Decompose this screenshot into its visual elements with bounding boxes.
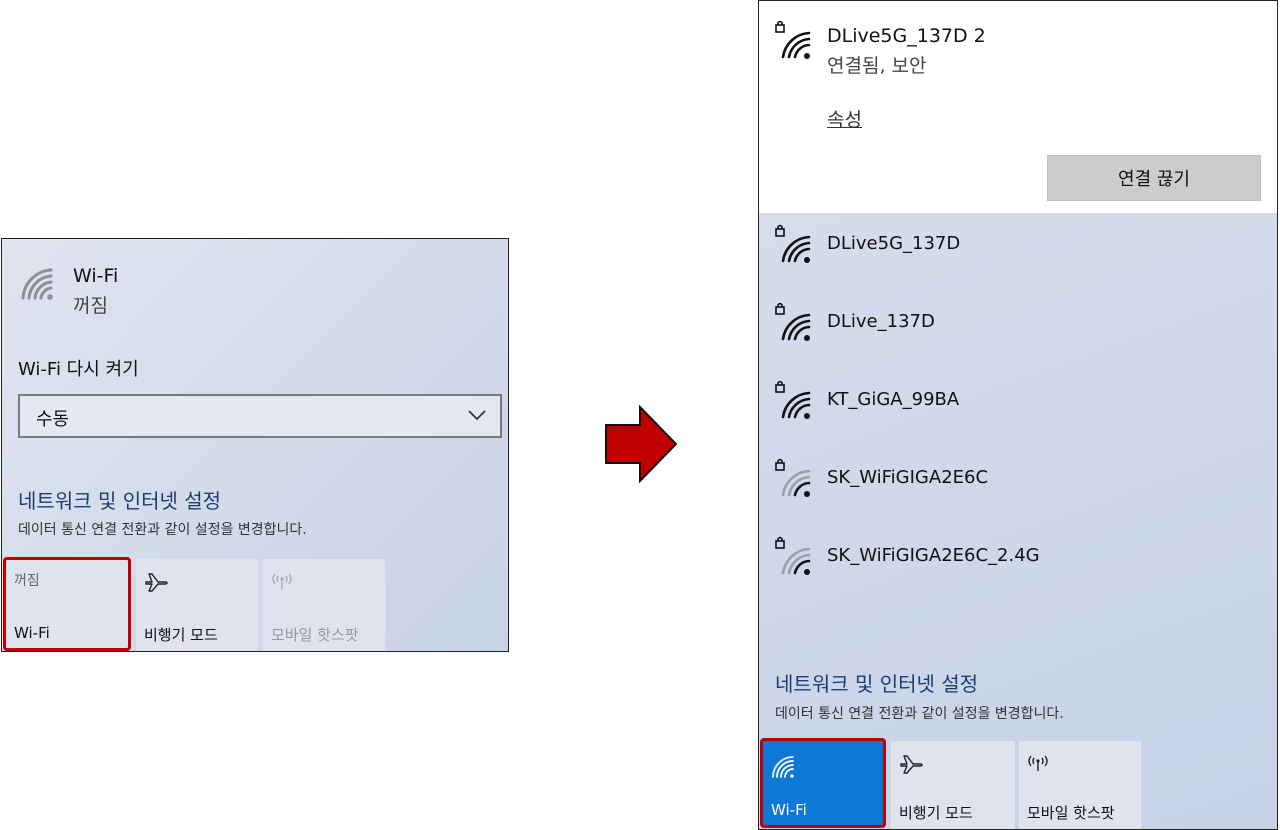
- network-settings-link[interactable]: 네트워크 및 인터넷 설정: [18, 485, 221, 514]
- network-row[interactable]: SK_WiFiGIGA2E6C: [759, 447, 1277, 517]
- reenable-dropdown[interactable]: 수동: [18, 394, 502, 438]
- tile-airplane-label: 비행기 모드: [144, 626, 218, 644]
- chevron-down-icon: [466, 404, 488, 430]
- disconnect-button[interactable]: 연결 끊기: [1047, 155, 1261, 201]
- secured-wifi-icon: [773, 535, 813, 581]
- connected-network-card[interactable]: DLive5G_137D 2 연결됨, 보안 속성 연결 끊기: [759, 1, 1277, 213]
- network-settings-link[interactable]: 네트워크 및 인터넷 설정: [775, 668, 978, 697]
- secured-wifi-icon: [773, 379, 813, 425]
- wifi-toggle-tile[interactable]: 꺼짐 Wi-Fi: [3, 557, 131, 651]
- mobile-hotspot-tile[interactable]: 모바일 핫스팟: [1019, 741, 1141, 829]
- network-name: DLive5G_137D: [827, 233, 961, 254]
- network-settings-subtitle: 데이터 통신 연결 전환과 같이 설정을 변경합니다.: [18, 522, 307, 538]
- secured-wifi-icon: [773, 457, 813, 503]
- network-row[interactable]: SK_WiFiGIGA2E6C_2.4G: [759, 525, 1277, 595]
- wifi-title: Wi-Fi: [73, 265, 119, 287]
- network-row[interactable]: DLive5G_137D: [759, 213, 1277, 283]
- secured-wifi-icon: [773, 301, 813, 347]
- hotspot-icon: [269, 569, 295, 597]
- tile-hotspot-label: 모바일 핫스팟: [1027, 804, 1115, 822]
- network-row[interactable]: KT_GiGA_99BA: [759, 369, 1277, 439]
- network-row[interactable]: DLive_137D: [759, 291, 1277, 361]
- tile-wifi-label: Wi-Fi: [14, 624, 50, 642]
- tile-wifi-state: 꺼짐: [14, 573, 40, 589]
- properties-link[interactable]: 속성: [827, 105, 862, 132]
- dropdown-value: 수동: [36, 409, 70, 430]
- tile-hotspot-label: 모바일 핫스팟: [271, 626, 359, 644]
- airplane-mode-tile[interactable]: 비행기 모드: [891, 741, 1015, 829]
- wifi-networks-panel: DLive5G_137D 2 연결됨, 보안 속성 연결 끊기 DLive5G_…: [758, 0, 1278, 830]
- airplane-mode-tile[interactable]: 비행기 모드: [136, 559, 258, 651]
- network-list: DLive5G_137D DLive_137D KT_GiGA_99BA SK_WiF…: [759, 213, 1277, 603]
- network-name: DLive_137D: [827, 311, 935, 332]
- airplane-icon: [899, 753, 923, 779]
- secured-wifi-icon: [773, 223, 813, 269]
- reenable-label: Wi-Fi 다시 켜기: [18, 359, 139, 380]
- tile-airplane-label: 비행기 모드: [899, 804, 973, 822]
- secured-wifi-icon: [773, 19, 813, 65]
- wifi-status: 꺼짐: [73, 295, 108, 317]
- network-name: SK_WiFiGIGA2E6C: [827, 467, 989, 488]
- network-name: KT_GiGA_99BA: [827, 389, 960, 410]
- wifi-off-icon: [20, 265, 54, 305]
- hotspot-icon: [1025, 751, 1051, 779]
- mobile-hotspot-tile[interactable]: 모바일 핫스팟: [263, 559, 385, 651]
- connected-network-status: 연결됨, 보안: [827, 55, 927, 77]
- airplane-icon: [144, 571, 168, 597]
- tile-wifi-label: Wi-Fi: [771, 801, 807, 819]
- wifi-off-panel: Wi-Fi 꺼짐 Wi-Fi 다시 켜기 수동 네트워크 및 인터넷 설정 데이…: [1, 238, 509, 652]
- network-name: SK_WiFiGIGA2E6C_2.4G: [827, 545, 1040, 566]
- connected-network-name: DLive5G_137D 2: [827, 25, 986, 47]
- wifi-icon: [771, 755, 795, 783]
- network-settings-subtitle: 데이터 통신 연결 전환과 같이 설정을 변경합니다.: [775, 706, 1064, 722]
- arrow-right-icon: [604, 404, 678, 487]
- wifi-toggle-tile[interactable]: Wi-Fi: [760, 738, 886, 828]
